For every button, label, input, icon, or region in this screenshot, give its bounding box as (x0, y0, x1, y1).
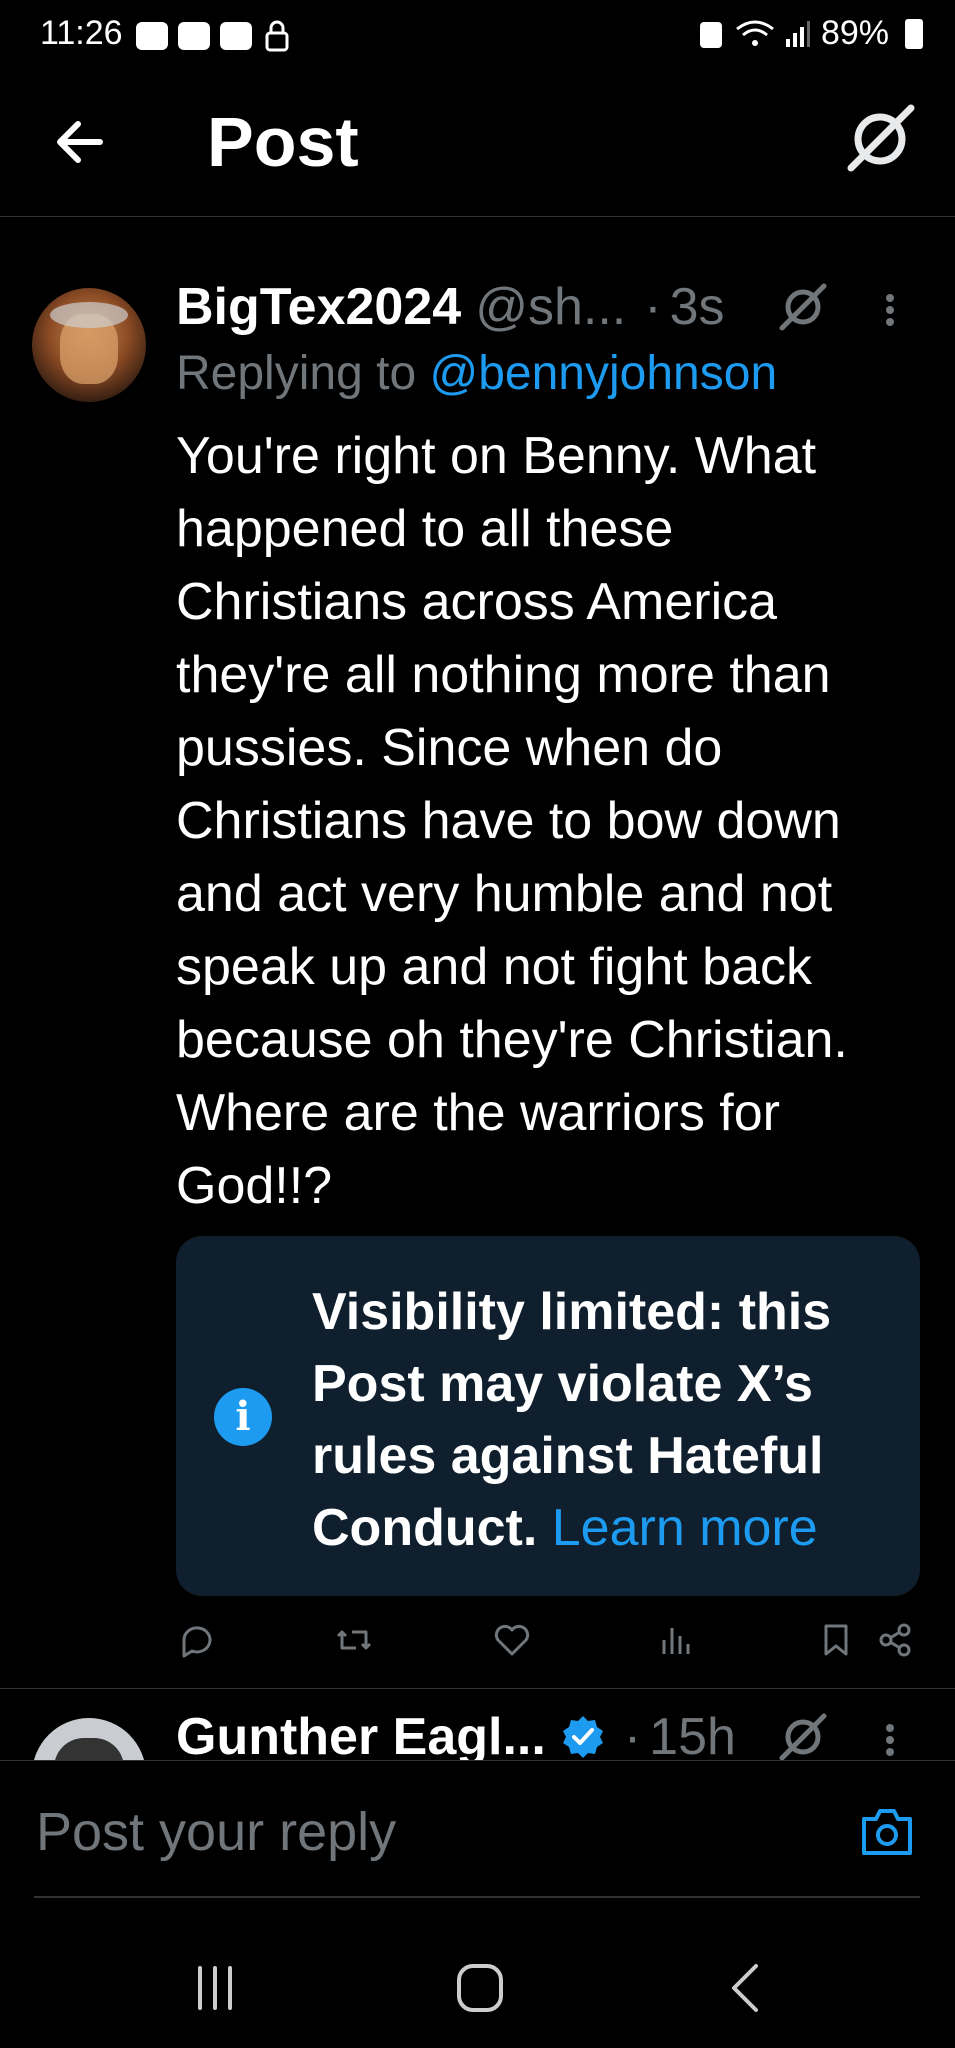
reply-composer (0, 1760, 955, 1901)
home-icon[interactable] (445, 1960, 515, 2016)
battery-icon (905, 18, 923, 49)
back-arrow-icon[interactable] (50, 112, 110, 172)
status-bar: 11:26 89% (0, 0, 955, 74)
visibility-notice: i Visibility limited: this Post may viol… (176, 1236, 920, 1596)
avatar[interactable] (32, 288, 146, 402)
more-options-icon[interactable] (880, 1720, 900, 1760)
share-icon[interactable] (876, 1620, 916, 1660)
reply-icon[interactable] (176, 1620, 216, 1660)
replying-to-line: Replying to @bennyjohnson (176, 346, 777, 401)
lock-icon (265, 20, 289, 52)
reply-divider (34, 1896, 920, 1898)
gallery-notification-icon (178, 22, 210, 50)
reply-input[interactable] (34, 1801, 798, 1863)
tweet-author-row: BigTex2024 @sh... · 3s (176, 272, 725, 342)
separator-dot: · (644, 278, 662, 336)
info-icon: i (214, 1388, 272, 1446)
author-name[interactable]: Gunther Eagl... (176, 1707, 546, 1767)
grok-icon[interactable] (778, 1712, 828, 1762)
like-icon[interactable] (492, 1620, 532, 1660)
post-time: 15h (649, 1708, 736, 1766)
clipboard-icon (699, 21, 722, 48)
youtube-notification-icon (220, 22, 252, 50)
replying-label: Replying to (176, 347, 430, 400)
tweet-actions (176, 1620, 916, 1670)
grok-icon[interactable] (778, 282, 828, 332)
wifi-icon (736, 20, 774, 46)
divider (0, 1688, 955, 1689)
author-handle[interactable]: @sh... (475, 277, 626, 337)
top-app-bar: Post (0, 74, 955, 217)
system-nav-bar (0, 1920, 955, 2048)
repost-icon[interactable] (334, 1620, 374, 1660)
mention-link[interactable]: @bennyjohnson (429, 347, 777, 400)
youtube-notification-icon (136, 22, 168, 50)
separator-dot: · (623, 1708, 642, 1766)
views-icon[interactable] (656, 1620, 696, 1660)
camera-icon[interactable] (858, 1805, 916, 1859)
bookmark-icon[interactable] (816, 1620, 856, 1660)
verified-badge-icon (562, 1716, 603, 1758)
battery-percent: 89% (820, 14, 889, 52)
more-options-icon[interactable] (880, 290, 900, 330)
status-time: 11:26 (40, 14, 123, 52)
grok-icon[interactable] (845, 104, 915, 174)
signal-icon (785, 20, 810, 47)
status-right: 89% (697, 14, 923, 53)
back-nav-icon[interactable] (712, 1960, 782, 2016)
notice-text: Visibility limited: this Post may violat… (312, 1276, 882, 1564)
page-title: Post (207, 103, 359, 181)
post-time: 3s (669, 278, 725, 336)
recent-apps-icon[interactable] (180, 1960, 250, 2016)
learn-more-link[interactable]: Learn more (552, 1499, 818, 1557)
author-name[interactable]: BigTex2024 (176, 277, 461, 337)
tweet-body: You're right on Benny. What happened to … (176, 427, 848, 1215)
